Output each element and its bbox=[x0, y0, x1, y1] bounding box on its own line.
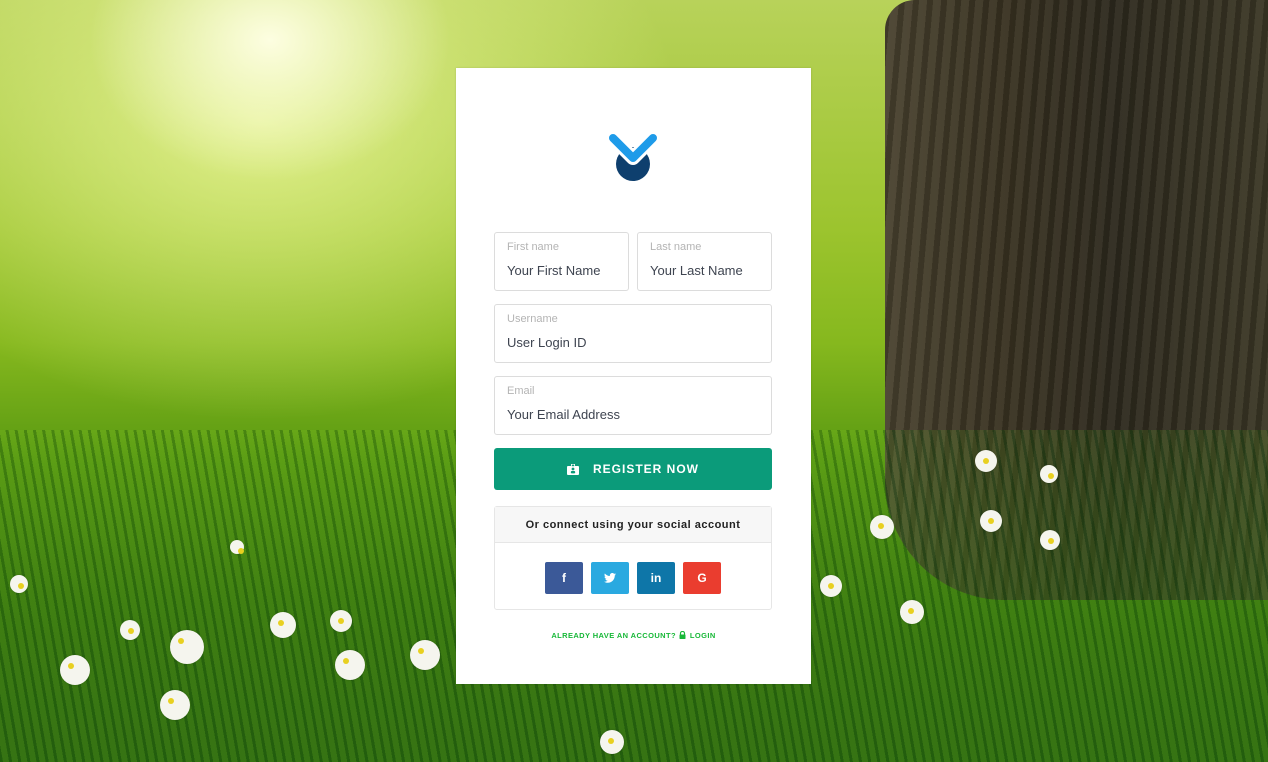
last-name-label: Last name bbox=[650, 241, 702, 253]
first-name-input[interactable] bbox=[507, 263, 616, 278]
email-label: Email bbox=[507, 385, 535, 397]
email-input[interactable] bbox=[507, 407, 759, 422]
twitter-icon bbox=[604, 573, 616, 583]
last-name-field[interactable]: Last name bbox=[637, 232, 772, 291]
register-now-button[interactable]: REGISTER NOW bbox=[494, 448, 772, 490]
username-label: Username bbox=[507, 313, 558, 325]
username-field[interactable]: Username bbox=[494, 304, 772, 363]
login-prompt-text: ALREADY HAVE AN ACCOUNT? bbox=[551, 631, 676, 640]
social-buttons: f in G bbox=[495, 562, 771, 594]
id-badge-icon bbox=[566, 463, 579, 475]
facebook-icon: f bbox=[562, 571, 566, 585]
last-name-input[interactable] bbox=[650, 263, 759, 278]
facebook-button[interactable]: f bbox=[545, 562, 583, 594]
google-button[interactable]: G bbox=[683, 562, 721, 594]
register-now-label: REGISTER NOW bbox=[592, 462, 699, 476]
email-field[interactable]: Email bbox=[494, 376, 772, 435]
linkedin-button[interactable]: in bbox=[637, 562, 675, 594]
brand-logo-icon bbox=[608, 131, 658, 181]
social-heading: Or connect using your social account bbox=[495, 507, 771, 543]
linkedin-icon: in bbox=[650, 571, 662, 585]
login-link[interactable]: LOGIN bbox=[690, 631, 716, 640]
google-icon: G bbox=[697, 571, 707, 585]
username-input[interactable] bbox=[507, 335, 759, 350]
first-name-label: First name bbox=[507, 241, 559, 253]
registration-card: First name Last name Username Email REGI… bbox=[456, 68, 811, 684]
login-prompt: ALREADY HAVE AN ACCOUNT? LOGIN bbox=[456, 631, 811, 640]
social-login-panel: Or connect using your social account f i… bbox=[494, 506, 772, 610]
twitter-button[interactable] bbox=[591, 562, 629, 594]
lock-icon bbox=[679, 631, 686, 639]
first-name-field[interactable]: First name bbox=[494, 232, 629, 291]
